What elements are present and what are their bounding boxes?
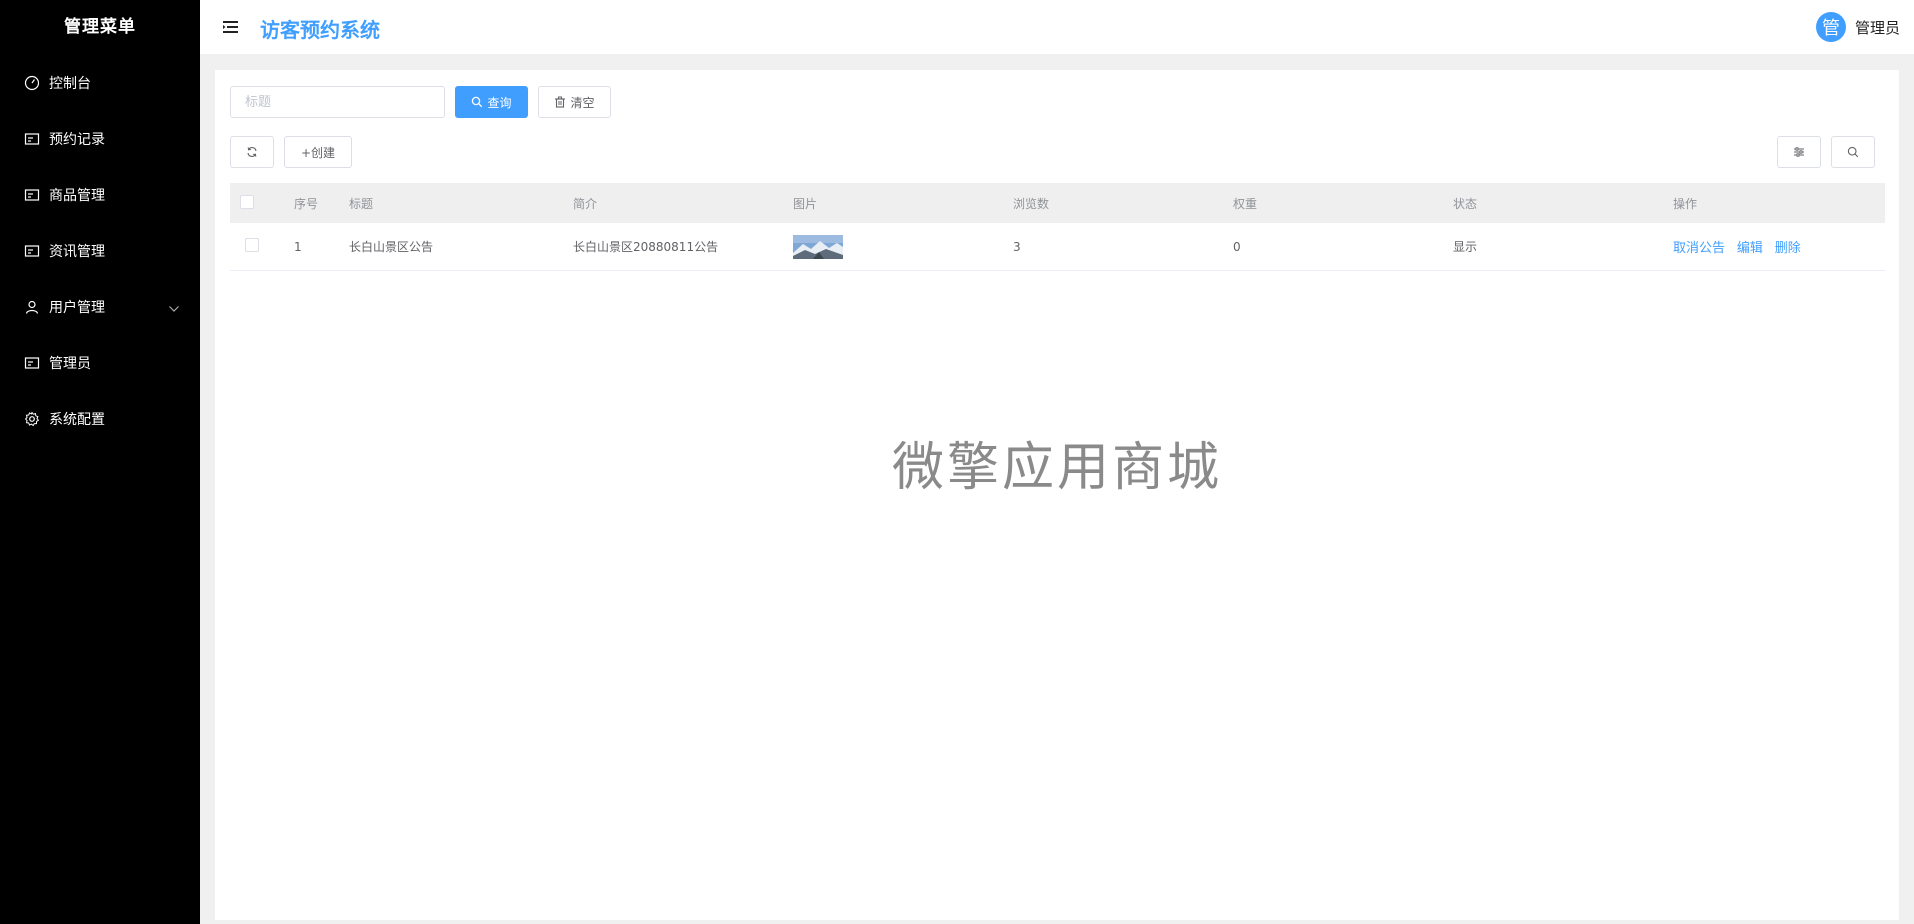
row-cell-actions: 取消公告 编辑 删除	[1673, 237, 1885, 256]
gear-icon	[24, 411, 40, 427]
query-label: 查询	[487, 95, 512, 110]
header-cell-desc: 简介	[573, 196, 598, 211]
search-icon	[471, 96, 483, 108]
dashboard-icon	[24, 75, 40, 91]
header-cell-select	[230, 194, 294, 212]
sidebar-menu: 控制台 预约记录 商品管理 资讯管理 用户管理 管理员 系统配置	[0, 55, 200, 447]
header-cell-weight: 权重	[1233, 196, 1258, 211]
create-button[interactable]: +创建	[284, 136, 352, 168]
user-name[interactable]: 管理员	[1855, 17, 1900, 38]
sidebar-item-label: 商品管理	[49, 188, 105, 204]
sidebar-item-label: 用户管理	[49, 300, 105, 316]
row-cell-weight: 0	[1233, 239, 1241, 254]
card-icon	[24, 131, 40, 147]
app-title: 访客预约系统	[260, 18, 380, 42]
refresh-button[interactable]	[230, 136, 274, 168]
avatar[interactable]: 管	[1815, 12, 1846, 42]
sidebar-item-dashboard[interactable]: 控制台	[0, 55, 200, 111]
title-search-input[interactable]	[230, 86, 445, 118]
header-cell-title: 标题	[349, 196, 374, 211]
sidebar-item-products[interactable]: 商品管理	[0, 167, 200, 223]
sidebar-item-settings[interactable]: 系统配置	[0, 391, 200, 447]
cancel-notice-link[interactable]: 取消公告	[1673, 241, 1725, 256]
notice-thumbnail[interactable]	[793, 234, 843, 259]
select-all-checkbox[interactable]	[240, 194, 254, 209]
user-icon	[24, 299, 40, 315]
watermark-text: 微擎应用商城	[891, 438, 1222, 498]
row-cell-index: 1	[294, 239, 302, 254]
sidebar-item-admins[interactable]: 管理员	[0, 335, 200, 391]
table-row: 1 长白山景区公告 长白山景区20880811公告 3 0 显示 取消公告 编辑…	[230, 223, 1885, 271]
query-button[interactable]: 查询	[455, 86, 528, 118]
header-cell-actions: 操作	[1673, 196, 1698, 211]
row-checkbox[interactable]	[245, 238, 259, 252]
chevron-down-icon[interactable]	[168, 301, 180, 317]
trash-icon	[554, 96, 566, 108]
refresh-icon	[246, 146, 258, 158]
sidebar-item-label: 控制台	[49, 76, 91, 92]
sidebar-item-news[interactable]: 资讯管理	[0, 223, 200, 279]
header-cell-image: 图片	[793, 196, 818, 211]
menu-toggle-icon[interactable]	[222, 18, 240, 36]
sidebar-item-label: 系统配置	[49, 412, 105, 428]
search-toggle-button[interactable]	[1831, 136, 1875, 168]
delete-link[interactable]: 删除	[1775, 241, 1801, 256]
sidebar-item-label: 管理员	[49, 356, 91, 372]
user-menu[interactable]: 管 管理员	[1815, 12, 1900, 42]
sliders-icon	[1793, 146, 1805, 158]
row-cell-title: 长白山景区公告	[349, 240, 434, 254]
edit-link[interactable]: 编辑	[1737, 241, 1763, 256]
sidebar-title: 管理菜单	[64, 17, 136, 37]
top-header: 访客预约系统 管 管理员	[200, 0, 1914, 55]
search-icon	[1847, 146, 1859, 158]
row-cell-image	[793, 234, 1013, 259]
sidebar-item-label: 资讯管理	[49, 244, 105, 260]
header-cell-index: 序号	[294, 196, 319, 211]
row-cell-select	[230, 238, 294, 255]
column-filter-button[interactable]	[1777, 136, 1821, 168]
row-cell-desc: 长白山景区20880811公告	[573, 240, 719, 254]
header-cell-views: 浏览数	[1013, 196, 1050, 211]
sidebar-item-appointments[interactable]: 预约记录	[0, 111, 200, 167]
card-icon	[24, 355, 40, 371]
clear-label: 清空	[570, 95, 595, 110]
notice-table: 序号 标题 简介 图片 浏览数 权重 状态 操作 1 长白山景区公告 长白山景区…	[230, 183, 1885, 271]
card-icon	[24, 187, 40, 203]
row-cell-status: 显示	[1453, 240, 1478, 254]
card-icon	[24, 243, 40, 259]
sidebar-item-label: 预约记录	[49, 132, 105, 148]
sidebar-item-users[interactable]: 用户管理	[0, 279, 200, 335]
clear-button[interactable]: 清空	[538, 86, 611, 118]
main-panel: 查询 清空 +创建 序号 标题 简介 图片 浏览数	[215, 70, 1899, 920]
header-cell-status: 状态	[1453, 196, 1478, 211]
sidebar: 管理菜单 控制台 预约记录 商品管理 资讯管理 用户管理 管理员 系统配置	[0, 0, 200, 924]
table-header: 序号 标题 简介 图片 浏览数 权重 状态 操作	[230, 183, 1885, 223]
row-cell-views: 3	[1013, 239, 1021, 254]
